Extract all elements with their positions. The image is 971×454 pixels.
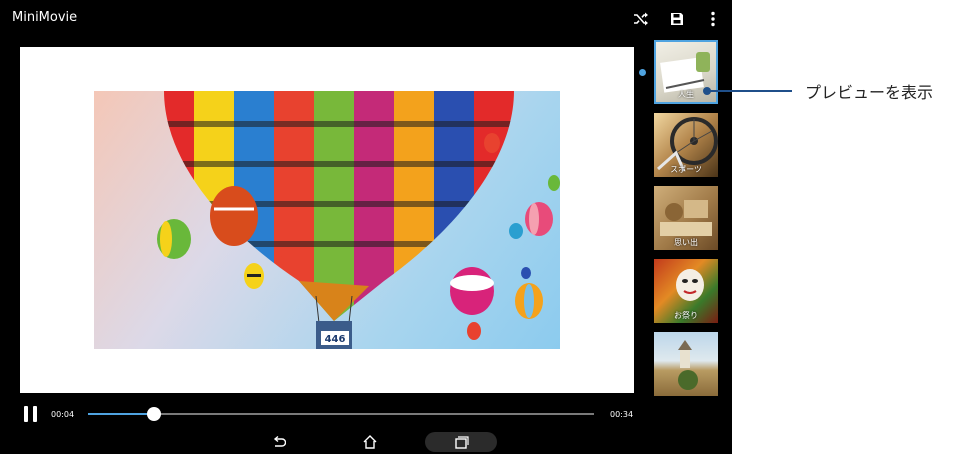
save-icon[interactable] — [668, 10, 686, 28]
seek-knob[interactable] — [146, 407, 161, 421]
preview-stage[interactable]: 446 — [20, 47, 634, 393]
back-icon[interactable] — [268, 432, 290, 452]
navigation-bar — [0, 430, 732, 454]
tablet-screen: MiniMovie 446 人生 スポーツ 思い出 お祭り 00:04 00:3… — [0, 0, 732, 454]
recents-icon — [455, 436, 469, 449]
basket-number: 446 — [325, 334, 346, 345]
balloon-photo: 446 — [94, 91, 560, 349]
theme-label: スポーツ — [670, 165, 702, 174]
app-title: MiniMovie — [12, 10, 78, 25]
playback-controls: 00:04 00:34 — [0, 400, 732, 430]
callout-line — [706, 90, 792, 92]
theme-thumb-festival[interactable]: お祭り — [654, 259, 718, 323]
church-field-image — [678, 340, 698, 390]
total-duration: 00:34 — [610, 410, 634, 419]
theme-thumb-memories[interactable]: 思い出 — [654, 186, 718, 250]
theme-thumb-sports[interactable]: スポーツ — [654, 113, 718, 177]
seek-bar-progress — [88, 413, 154, 415]
shuffle-icon[interactable] — [632, 10, 650, 28]
recents-button[interactable] — [425, 432, 497, 452]
selected-indicator — [639, 69, 646, 76]
theme-label: 思い出 — [674, 238, 698, 247]
elapsed-time: 00:04 — [51, 410, 75, 419]
home-icon[interactable] — [359, 432, 381, 452]
pause-button[interactable] — [24, 406, 38, 422]
more-vert-icon[interactable] — [704, 10, 722, 28]
pause-icon — [24, 406, 28, 422]
seek-bar[interactable] — [88, 407, 594, 421]
theme-thumb-countryside[interactable] — [654, 332, 718, 396]
callout-label: プレビューを表示 — [805, 83, 934, 102]
theme-label: お祭り — [674, 311, 698, 320]
